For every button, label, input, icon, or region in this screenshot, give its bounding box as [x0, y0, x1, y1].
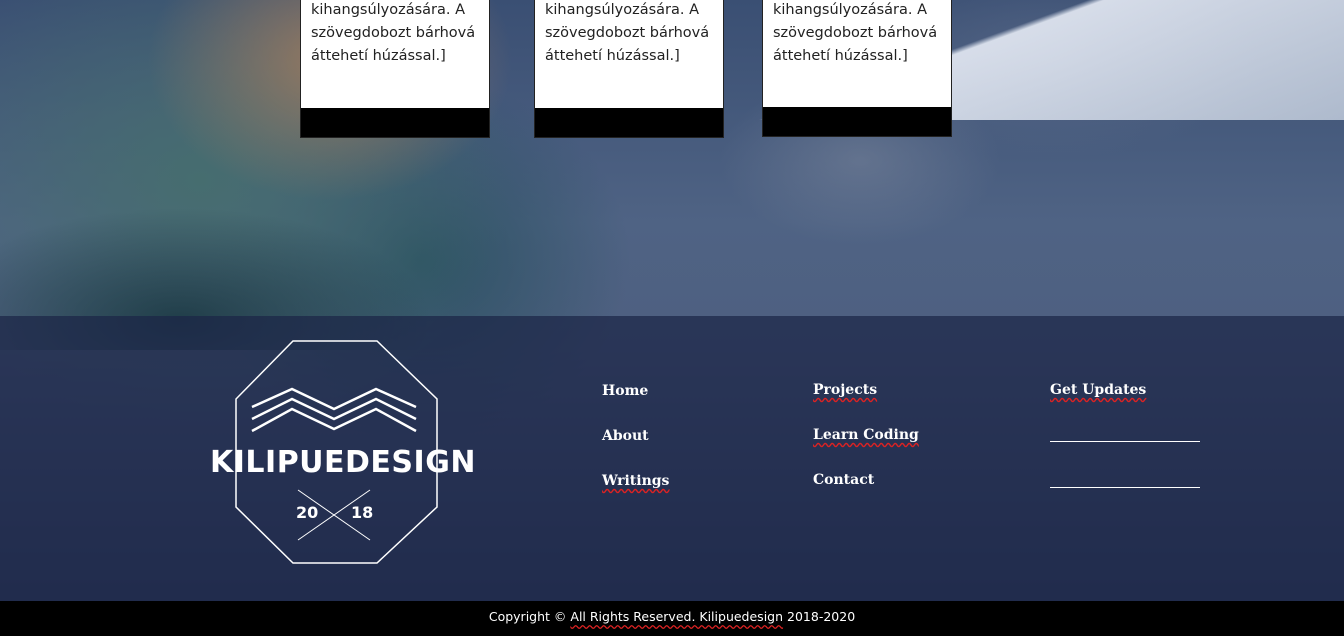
footer [0, 316, 1344, 601]
nav-link-learn-coding[interactable]: Learn Coding [813, 427, 919, 443]
nav-link-home[interactable]: Home [602, 383, 648, 399]
content-card: kihangsúlyozására. A szövegdobozt bárhov… [762, 0, 952, 137]
nav-link-projects[interactable]: Projects [813, 382, 877, 398]
copyright-bar: Copyright © All Rights Reserved. Kilipue… [0, 601, 1344, 636]
logo-year-right: 18 [351, 503, 374, 522]
content-card: kihangsúlyozására. A szövegdobozt bárhov… [300, 0, 490, 138]
copyright-text: Copyright © All Rights Reserved. Kilipue… [0, 609, 1344, 624]
copyright-years: 2018-2020 [787, 609, 856, 624]
logo-brand-name: KILIPUEDESIGN [210, 445, 476, 480]
copyright-prefix: Copyright © [488, 609, 567, 624]
card-text: kihangsúlyozására. A szövegdobozt bárhov… [545, 2, 710, 64]
site-logo[interactable]: KILIPUEDESIGN 20 18 [210, 337, 476, 569]
get-updates-heading[interactable]: Get Updates [1050, 382, 1146, 398]
card-text: kihangsúlyozására. A szövegdobozt bárhov… [311, 2, 476, 64]
nav-link-writings[interactable]: Writings [602, 473, 669, 489]
content-card: kihangsúlyozására. A szövegdobozt bárhov… [534, 0, 724, 138]
card-footer-bar [301, 108, 489, 137]
logo-year-left: 20 [296, 503, 319, 522]
nav-link-contact[interactable]: Contact [813, 472, 874, 488]
update-input-line[interactable] [1050, 487, 1200, 488]
card-footer-bar [535, 108, 723, 137]
nav-link-about[interactable]: About [602, 428, 649, 444]
copyright-rights: All Rights Reserved. Kilipuedesign [570, 609, 784, 624]
card-text: kihangsúlyozására. A szövegdobozt bárhov… [773, 2, 938, 64]
update-input-line[interactable] [1050, 441, 1200, 442]
card-footer-bar [763, 107, 951, 136]
